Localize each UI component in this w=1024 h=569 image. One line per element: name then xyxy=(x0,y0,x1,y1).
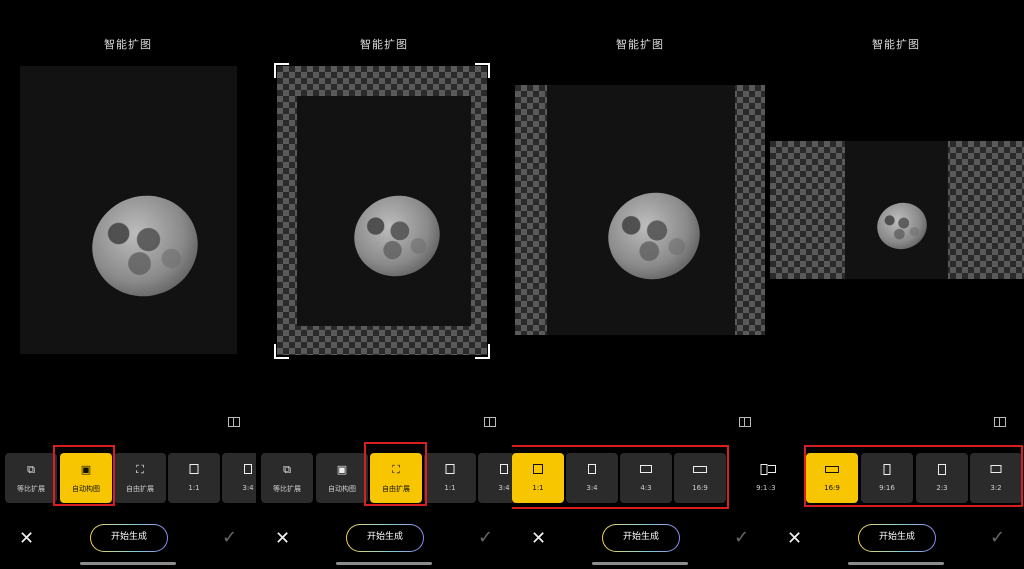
home-indicator xyxy=(336,562,432,565)
tool-free-expand[interactable]: ⛶ 自由扩展 xyxy=(370,453,422,503)
portrait-icon xyxy=(500,464,508,477)
compare-icon[interactable] xyxy=(484,417,496,427)
landscape-icon xyxy=(768,464,776,476)
ratio-expand-icon: ⧉ xyxy=(27,463,35,476)
tool-ratio-2-3[interactable]: 2:3 xyxy=(916,453,968,503)
aspect-toolbar: 4:3 16:9 9:16 2:3 3:2 xyxy=(768,453,1024,503)
tool-ratio-3-2[interactable]: 3:2 xyxy=(970,453,1022,503)
square-icon xyxy=(445,464,455,477)
portrait-icon xyxy=(244,464,252,477)
moon-image xyxy=(343,184,451,288)
tool-ratio-9-16[interactable]: 9:16 xyxy=(738,453,768,503)
compare-icon[interactable] xyxy=(228,417,240,427)
aspect-toolbar: 1:1 3:4 4:3 16:9 9:16 xyxy=(512,453,768,503)
panel-1: 智能扩图 ⧉ 等比扩展 ▣ 自动构图 ⛶ 自由扩展 1:1 3:4 ✕ 开始生成… xyxy=(0,0,256,569)
tool-ratio-16-9[interactable]: 16:9 xyxy=(674,453,726,503)
tool-auto-compose[interactable]: ▣ 自动构图 xyxy=(316,453,368,503)
tool-free-expand[interactable]: ⛶ 自由扩展 xyxy=(114,453,166,503)
aspect-toolbar: ⧉ 等比扩展 ▣ 自动构图 ⛶ 自由扩展 1:1 3:4 xyxy=(256,453,512,503)
panel-3: 智能扩图 1:1 3:4 4:3 16:9 9:16 ✕ 开始生成 ✓ xyxy=(512,0,768,569)
generate-button[interactable]: 开始生成 xyxy=(90,524,168,552)
generate-button[interactable]: 开始生成 xyxy=(602,524,680,552)
page-title: 智能扩图 xyxy=(360,38,408,51)
check-icon[interactable]: ✓ xyxy=(478,529,493,547)
tool-ratio-3-4[interactable]: 3:4 xyxy=(566,453,618,503)
check-icon[interactable]: ✓ xyxy=(990,529,1005,547)
moon-image xyxy=(79,182,211,310)
landscape-icon xyxy=(990,464,1002,476)
portrait-icon xyxy=(938,464,946,478)
close-icon[interactable]: ✕ xyxy=(787,530,802,548)
home-indicator xyxy=(80,562,176,565)
page-title: 智能扩图 xyxy=(872,38,920,51)
wide-icon xyxy=(693,464,707,476)
tool-ratio-1-1[interactable]: 1:1 xyxy=(424,453,476,503)
tool-auto-compose[interactable]: ▣ 自动构图 xyxy=(60,453,112,503)
generate-button[interactable]: 开始生成 xyxy=(346,524,424,552)
compare-icon[interactable] xyxy=(994,417,1006,427)
tool-ratio-1-1[interactable]: 1:1 xyxy=(168,453,220,503)
tool-ratio-expand[interactable]: ⧉ 等比扩展 xyxy=(5,453,57,503)
crop-handle-top-right[interactable] xyxy=(475,63,490,78)
close-icon[interactable]: ✕ xyxy=(531,530,546,548)
tool-ratio-9-16[interactable]: 9:16 xyxy=(861,453,913,503)
tool-ratio-expand[interactable]: ⧉ 等比扩展 xyxy=(261,453,313,503)
tall-icon xyxy=(760,464,768,478)
square-icon xyxy=(189,464,199,477)
moon-image xyxy=(871,196,933,256)
close-icon[interactable]: ✕ xyxy=(19,530,34,548)
check-icon[interactable]: ✓ xyxy=(734,529,749,547)
page-title: 智能扩图 xyxy=(616,38,664,51)
photo-canvas xyxy=(20,66,237,354)
landscape-icon xyxy=(640,464,652,476)
photo-canvas xyxy=(845,141,948,279)
home-indicator xyxy=(848,562,944,565)
tool-ratio-16-9[interactable]: 16:9 xyxy=(806,453,858,503)
panel-4: 智能扩图 4:3 16:9 9:16 2:3 3:2 ✕ 开始生成 ✓ xyxy=(768,0,1024,569)
photo-canvas xyxy=(297,96,471,326)
home-indicator xyxy=(592,562,688,565)
image-frame-icon: ▣ xyxy=(80,463,92,476)
page-title: 智能扩图 xyxy=(104,38,152,51)
crop-handle-bottom-left[interactable] xyxy=(274,344,289,359)
moon-image xyxy=(596,180,712,292)
aspect-toolbar: ⧉ 等比扩展 ▣ 自动构图 ⛶ 自由扩展 1:1 3:4 xyxy=(0,453,256,503)
panel-2: 智能扩图 ⧉ 等比扩展 ▣ 自动构图 ⛶ 自由扩展 1:1 3:4 ✕ 开始生成… xyxy=(256,0,512,569)
image-frame-icon: ▣ xyxy=(336,463,348,476)
free-expand-icon: ⛶ xyxy=(136,463,144,476)
ratio-expand-icon: ⧉ xyxy=(283,463,291,476)
portrait-icon xyxy=(588,464,596,477)
generate-button[interactable]: 开始生成 xyxy=(858,524,936,552)
tall-icon xyxy=(883,464,891,478)
check-icon[interactable]: ✓ xyxy=(222,529,237,547)
tool-ratio-3-4[interactable]: 3:4 xyxy=(222,453,256,503)
wide-icon xyxy=(825,464,839,476)
photo-canvas xyxy=(547,85,735,335)
square-icon xyxy=(533,464,543,477)
tool-ratio-4-3[interactable]: 4:3 xyxy=(768,453,796,503)
tool-ratio-4-3[interactable]: 4:3 xyxy=(620,453,672,503)
compare-icon[interactable] xyxy=(739,417,751,427)
tool-ratio-1-1[interactable]: 1:1 xyxy=(512,453,564,503)
crop-handle-bottom-right[interactable] xyxy=(475,344,490,359)
close-icon[interactable]: ✕ xyxy=(275,530,290,548)
crop-handle-top-left[interactable] xyxy=(274,63,289,78)
free-expand-icon: ⛶ xyxy=(392,463,400,476)
tool-ratio-3-4[interactable]: 3:4 xyxy=(478,453,512,503)
